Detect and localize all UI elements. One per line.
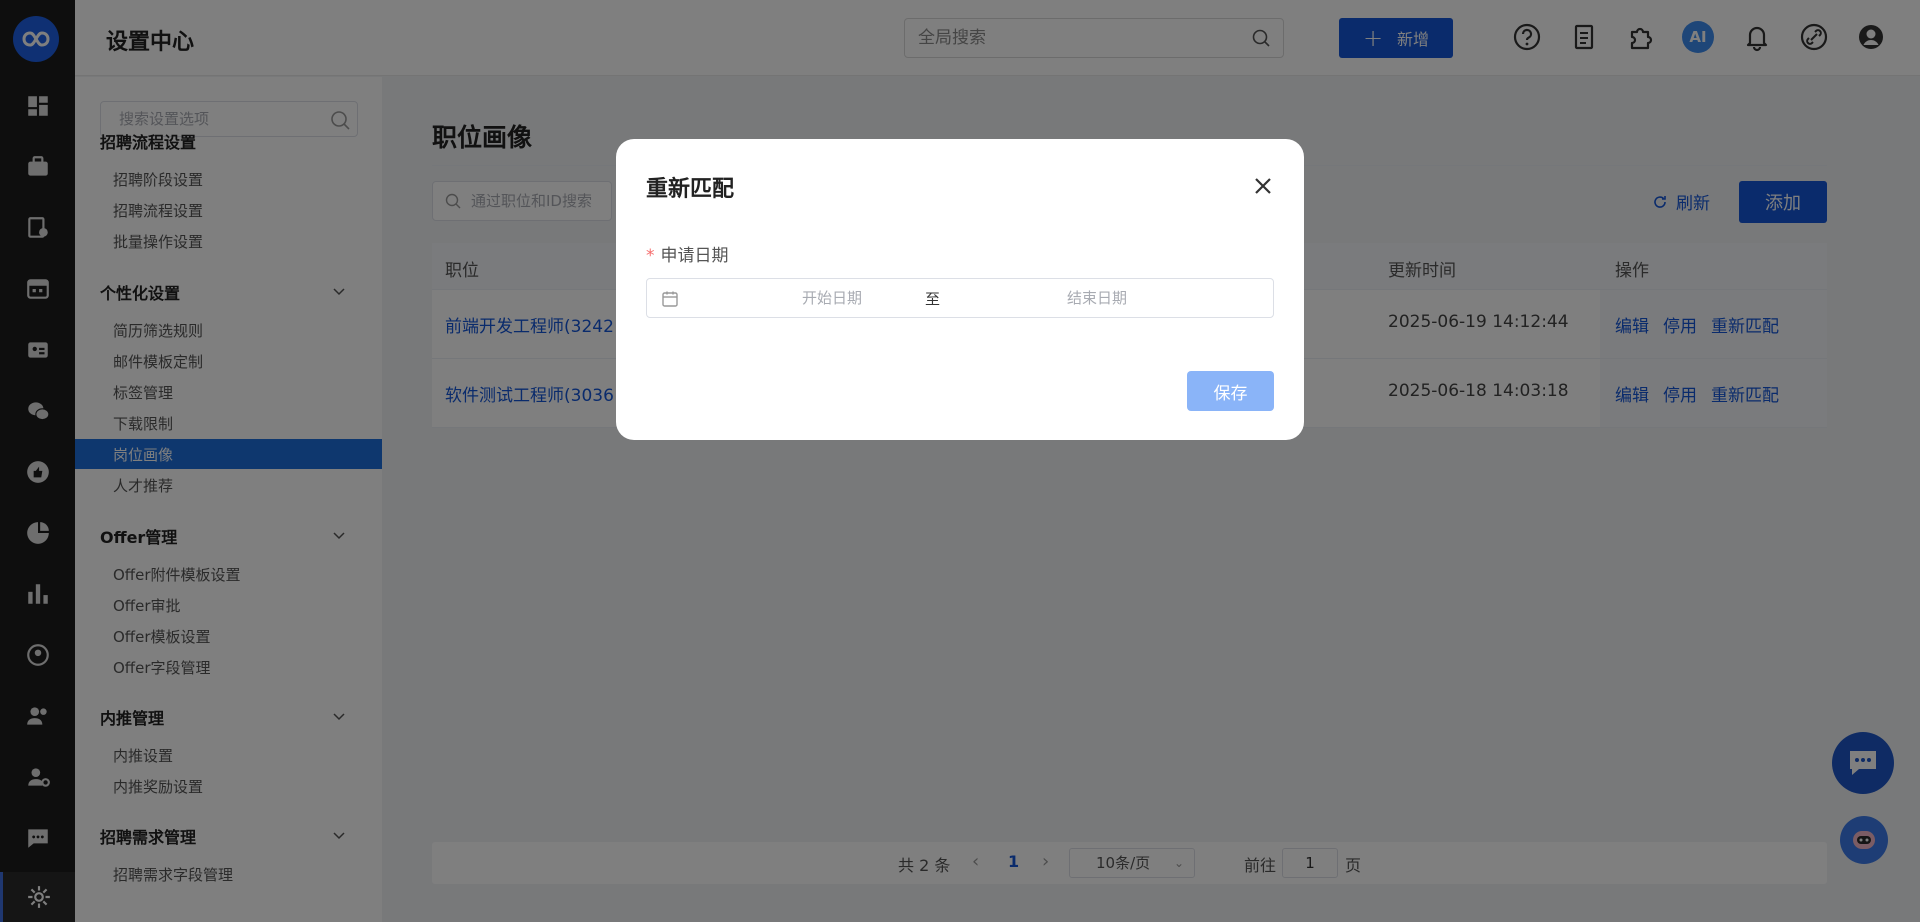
calendar-icon <box>662 291 678 307</box>
end-date-input[interactable] <box>997 279 1197 317</box>
date-range-separator: 至 <box>925 290 941 308</box>
close-icon[interactable] <box>1252 175 1274 197</box>
required-mark: * <box>646 246 655 266</box>
save-button[interactable]: 保存 <box>1187 371 1274 411</box>
rematch-dialog: 重新匹配 *申请日期 至 保存 <box>616 139 1304 440</box>
apply-date-label: * 申请日期 <box>646 246 729 266</box>
dialog-title: 重新匹配 <box>646 177 735 202</box>
start-date-input[interactable] <box>732 279 932 317</box>
date-range-picker[interactable]: 至 <box>646 278 1274 318</box>
